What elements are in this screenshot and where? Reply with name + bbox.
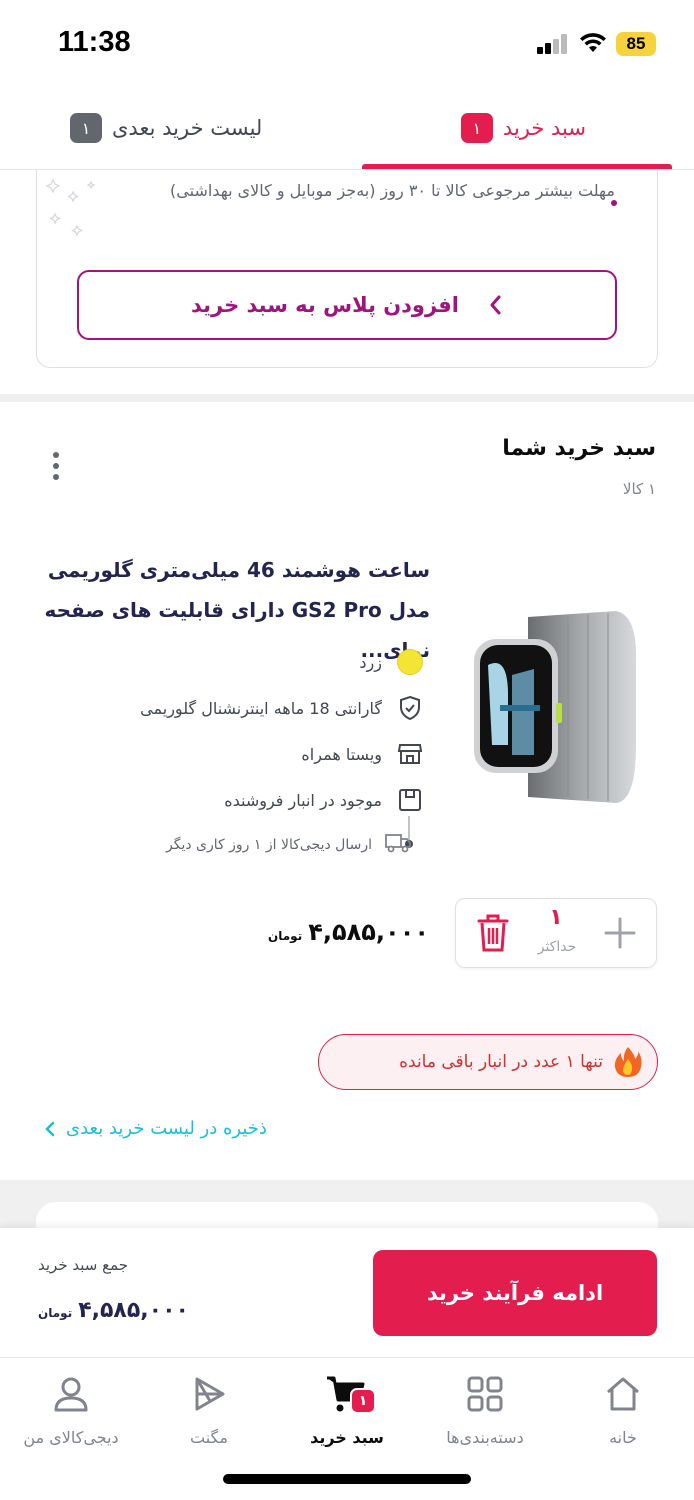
attribute-color: زرد	[359, 648, 424, 676]
status-bar: 11:38 85	[0, 0, 694, 90]
product-image[interactable]	[468, 605, 640, 809]
wifi-icon	[580, 33, 606, 52]
store-icon	[396, 740, 424, 768]
checkout-bar: ادامه فرآیند خرید جمع سبد خرید ۴,۵۸۵,۰۰۰…	[0, 1228, 694, 1358]
nav-cart-label: سبد خرید	[310, 1428, 384, 1447]
attribute-shipping: ارسال دیجی‌کالا از ۱ روز کاری دیگر	[166, 832, 412, 858]
tab-cart-count: ۱	[460, 113, 493, 143]
fire-icon	[614, 1047, 642, 1077]
cart-total-value: ۴,۵۸۵,۰۰۰	[78, 1298, 189, 1323]
nav-categories-label: دسته‌بندی‌ها	[446, 1428, 524, 1447]
nav-profile-label: دیجی‌کالای من	[23, 1428, 119, 1447]
nav-magnet[interactable]: مگنت	[144, 1370, 274, 1447]
low-stock-badge: تنها ۱ عدد در انبار باقی مانده	[318, 1034, 658, 1090]
tab-cart-label: سبد خرید	[502, 116, 586, 140]
seller-label[interactable]: ویستا همراه	[301, 745, 382, 764]
quantity-max-note: حداکثر	[537, 939, 577, 955]
quantity-value: ۱	[549, 905, 563, 930]
add-plus-label: افزودن پلاس به سبد خرید	[190, 293, 459, 317]
stock-status-label: موجود در انبار فروشنده	[224, 790, 382, 810]
save-for-later-label: ذخیره در لیست خرید بعدی	[66, 1118, 267, 1139]
sparkle-pattern-icon	[45, 178, 96, 237]
item-price: ۴,۵۸۵,۰۰۰ تومان	[268, 918, 429, 946]
warranty-label: گارانتی 18 ماهه اینترنشنال گلوریمی	[140, 698, 382, 718]
section-divider	[0, 394, 694, 402]
plus-benefit-text: مهلت بیشتر مرجوعی کالا تا ۳۰ روز (به‌جز …	[170, 181, 615, 200]
price-currency: تومان	[268, 929, 303, 943]
tab-cart[interactable]: ۱ سبد خرید	[460, 108, 586, 148]
plus-icon[interactable]	[602, 915, 638, 951]
active-tab-indicator	[362, 164, 672, 169]
price-value: ۴,۵۸۵,۰۰۰	[308, 918, 429, 946]
status-time: 11:38	[58, 26, 131, 58]
more-options-icon[interactable]	[48, 452, 64, 486]
cart-total-currency: تومان	[38, 1306, 73, 1320]
attribute-stock: موجود در انبار فروشنده	[224, 786, 424, 814]
attribute-seller: ویستا همراه	[301, 740, 424, 768]
color-label: زرد	[359, 652, 382, 672]
chevron-left-icon	[45, 1121, 55, 1136]
quantity-stepper: ۱ حداکثر	[455, 898, 657, 968]
cart-total-label: جمع سبد خرید	[38, 1256, 129, 1274]
save-for-later-link[interactable]: ذخیره در لیست خرید بعدی	[44, 1118, 267, 1139]
chevron-left-icon	[490, 295, 501, 315]
attribute-warranty: گارانتی 18 ماهه اینترنشنال گلوریمی	[140, 694, 424, 722]
battery-indicator: 85	[616, 32, 656, 56]
trash-icon[interactable]	[476, 913, 510, 953]
cart-icon: ۱	[282, 1370, 412, 1418]
nav-cart[interactable]: ۱ سبد خرید	[282, 1370, 412, 1447]
home-icon	[558, 1370, 688, 1418]
cart-badge: ۱	[350, 1388, 376, 1414]
plus-promo-card: مهلت بیشتر مرجوعی کالا تا ۳۰ روز (به‌جز …	[36, 150, 658, 368]
cart-item-count: ۱ کالا	[622, 480, 656, 498]
warehouse-box-icon	[396, 786, 424, 814]
cart-tabs: ۱ سبد خرید لیست خرید بعدی ۱	[0, 90, 694, 170]
shipping-label: ارسال دیجی‌کالا از ۱ روز کاری دیگر	[166, 837, 372, 853]
tab-next-list-count: ۱	[70, 113, 102, 143]
nav-categories[interactable]: دسته‌بندی‌ها	[420, 1370, 550, 1447]
nav-profile[interactable]: دیجی‌کالای من	[6, 1370, 136, 1447]
grid-icon	[420, 1370, 550, 1418]
cart-total: ۴,۵۸۵,۰۰۰ تومان	[38, 1298, 189, 1323]
signal-icon	[537, 34, 569, 54]
truck-icon	[384, 832, 412, 858]
nav-home-label: خانه	[609, 1428, 637, 1447]
nav-home[interactable]: خانه	[558, 1370, 688, 1447]
continue-checkout-button[interactable]: ادامه فرآیند خرید	[373, 1250, 657, 1336]
home-indicator	[223, 1474, 471, 1484]
magnet-play-icon	[144, 1370, 274, 1418]
tab-next-list[interactable]: لیست خرید بعدی ۱	[70, 108, 262, 148]
shield-check-icon	[396, 694, 424, 722]
user-icon	[6, 1370, 136, 1418]
cart-title: سبد خرید شما	[502, 436, 656, 461]
color-swatch	[397, 649, 423, 675]
nav-magnet-label: مگنت	[190, 1428, 228, 1447]
low-stock-label: تنها ۱ عدد در انبار باقی مانده	[399, 1052, 603, 1072]
tab-next-list-label: لیست خرید بعدی	[112, 116, 263, 140]
add-plus-button[interactable]: افزودن پلاس به سبد خرید	[77, 270, 617, 340]
